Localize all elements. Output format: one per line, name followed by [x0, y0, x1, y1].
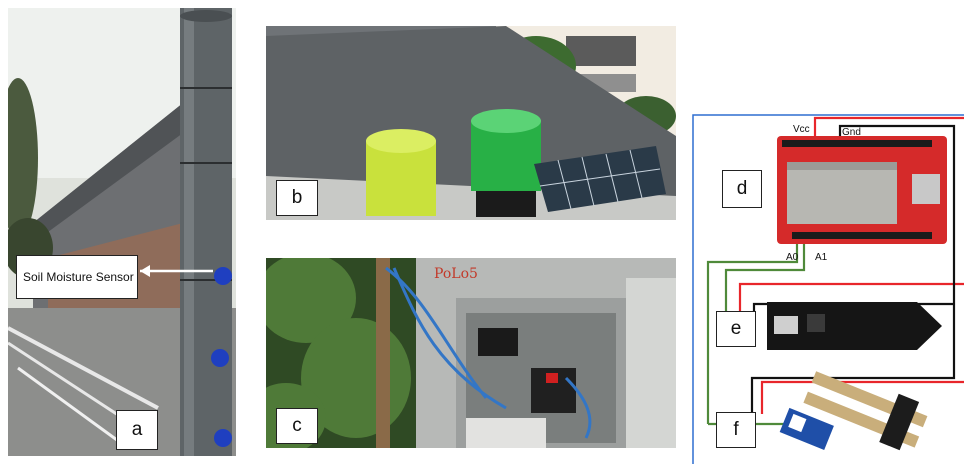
- pin-label-a0: A0: [786, 252, 798, 263]
- panel-label-a: a: [116, 410, 158, 450]
- box-handwritten-text: PoLo5: [434, 266, 478, 282]
- pin-label-vcc: Vcc: [793, 124, 810, 135]
- label-text-c: c: [292, 415, 302, 436]
- label-text-d: d: [736, 178, 748, 199]
- label-text-e: e: [730, 318, 742, 339]
- pin-label-a1: A1: [815, 252, 827, 263]
- pin-label-gnd: Gnd: [842, 127, 861, 138]
- panel-b-photo: b: [266, 26, 676, 220]
- panel-def-wiring-diagram: Vcc Gnd A0 A1 d e f: [692, 114, 964, 464]
- label-text-a: a: [131, 419, 143, 440]
- pin-text-vcc: Vcc: [793, 124, 810, 135]
- pole-scene-illustration: [8, 8, 236, 456]
- panel-label-b: b: [276, 180, 318, 216]
- panel-label-e: e: [716, 311, 756, 347]
- rain-gauge-solar-illustration: [266, 26, 676, 220]
- panel-label-f: f: [716, 412, 756, 448]
- soil-moisture-sensor-annotation: Soil Moisture Sensor: [16, 255, 138, 299]
- pin-text-a1: A1: [815, 252, 828, 263]
- panel-label-c: c: [276, 408, 318, 444]
- electronics-box-illustration: [266, 258, 676, 448]
- annotation-text: Soil Moisture Sensor: [23, 269, 134, 284]
- pin-text-gnd: Gnd: [842, 127, 861, 138]
- label-text-f: f: [733, 419, 739, 440]
- label-text-b: b: [291, 187, 303, 208]
- panel-a-photo: Soil Moisture Sensor a: [8, 8, 236, 456]
- panel-c-photo: PoLo5 c: [266, 258, 676, 448]
- box-text: PoLo5: [434, 266, 478, 282]
- panel-label-d: d: [722, 170, 762, 208]
- pin-text-a0: A0: [786, 252, 799, 263]
